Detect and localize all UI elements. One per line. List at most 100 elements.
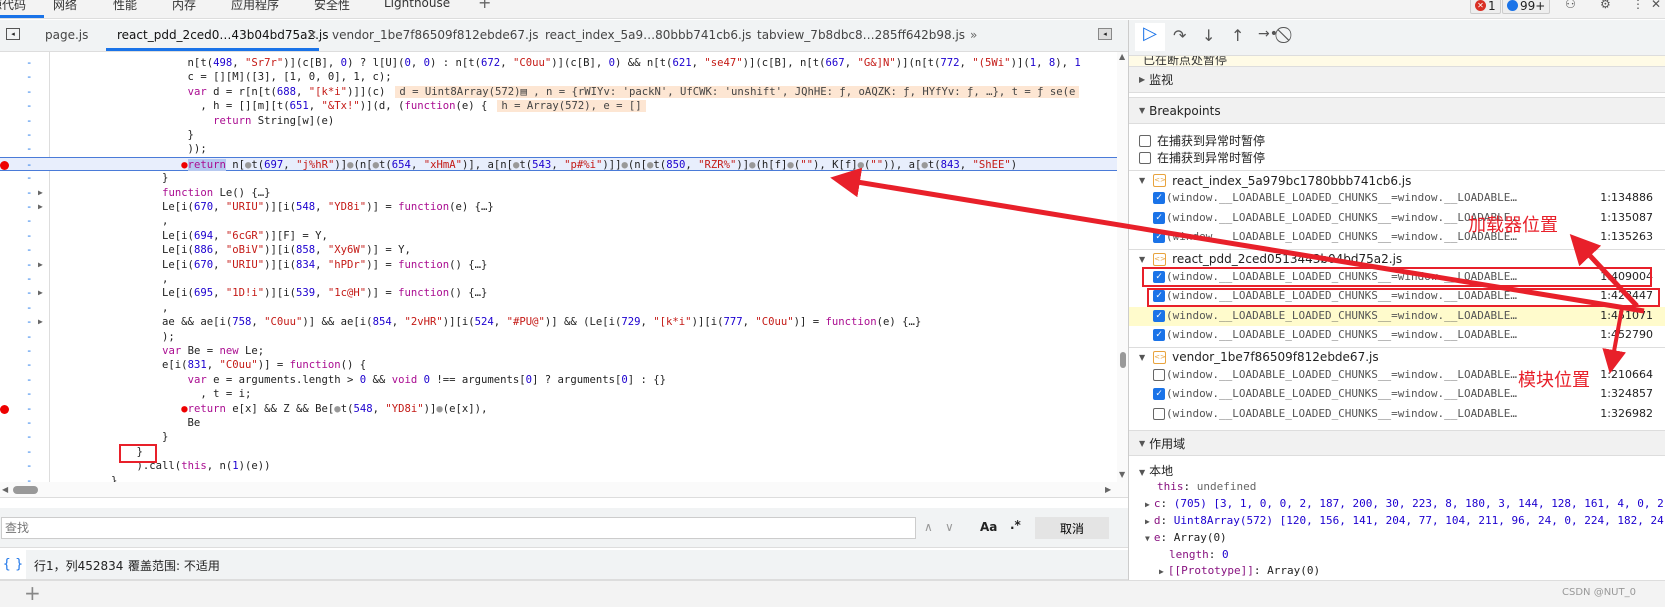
line-number[interactable]: -: [26, 358, 32, 372]
code-line[interactable]: - var e = arguments.length > 0 && void 0…: [0, 373, 1117, 387]
code-line[interactable]: - ,: [0, 301, 1117, 315]
watch-section-header[interactable]: ▶ 监视: [1129, 66, 1665, 93]
line-number[interactable]: -: [26, 243, 32, 257]
regex-button[interactable]: .*: [1010, 518, 1021, 532]
line-number[interactable]: -: [26, 315, 32, 329]
pause-on-caught-checkbox[interactable]: [1139, 152, 1151, 164]
code-line[interactable]: - return String[w](e): [0, 114, 1117, 128]
line-number[interactable]: -: [26, 70, 32, 84]
breakpoint-file-header[interactable]: ▼ <> vendor_1be7f86509f812ebde67.js: [1129, 346, 1665, 367]
code-line[interactable]: - c = [][M]([3], [1, 0, 0], 1, c);: [0, 70, 1117, 84]
step-into-icon[interactable]: ↓: [1202, 26, 1215, 45]
editor-tab-page[interactable]: page.js: [45, 28, 88, 42]
line-number[interactable]: -: [26, 258, 32, 272]
line-number[interactable]: -: [26, 445, 32, 459]
toggle-debugger-icon[interactable]: ◂: [1098, 28, 1112, 40]
scroll-up-icon[interactable]: ▲: [1119, 52, 1125, 61]
close-icon[interactable]: ✕: [1651, 0, 1661, 11]
breakpoint-marker-icon[interactable]: [0, 404, 9, 414]
code-line[interactable]: - ,: [0, 272, 1117, 286]
code-line[interactable]: - ▶ Le[i(695, "1D!i")][i(539, "1c@H")] = …: [0, 286, 1117, 300]
line-number[interactable]: -: [26, 229, 32, 243]
breakpoint-item[interactable]: ✓ (window.__LOADABLE_LOADED_CHUNKS__=wind…: [1129, 326, 1665, 345]
code-line[interactable]: - ▶ function Le() {…}: [0, 186, 1117, 200]
line-number[interactable]: -: [26, 416, 32, 430]
tab-lighthouse[interactable]: Lighthouse: [384, 0, 450, 10]
code-line[interactable]: - ▶ Le[i(670, "URIU")][i(548, "YD8i")] = …: [0, 200, 1117, 214]
code-line[interactable]: - e[i(831, "C0uu")] = function() {: [0, 358, 1117, 372]
line-number[interactable]: -: [26, 158, 32, 172]
code-line[interactable]: - Le[i(694, "6cGR")][F] = Y,: [0, 229, 1117, 243]
code-line-breakpoint[interactable]: - ●return e[x] && Z && Be[●t(548, "YD8i"…: [0, 402, 1117, 416]
breakpoint-checkbox[interactable]: [1153, 407, 1165, 420]
line-number[interactable]: -: [26, 272, 32, 286]
code-line[interactable]: - }: [0, 474, 1117, 482]
gear-icon[interactable]: ⚙: [1600, 0, 1611, 11]
breakpoint-checkbox[interactable]: ✓: [1153, 388, 1165, 400]
match-case-button[interactable]: Aa: [980, 520, 997, 534]
local-scope-header[interactable]: ▼ 本地: [1139, 462, 1173, 479]
code-line[interactable]: - Be: [0, 416, 1117, 430]
line-number[interactable]: -: [26, 402, 32, 416]
breakpoint-item[interactable]: ✓ (window.__LOADABLE_LOADED_CHUNKS__=wind…: [1129, 306, 1665, 326]
code-line[interactable]: - ));: [0, 142, 1117, 156]
breakpoint-checkbox[interactable]: ✓: [1153, 309, 1165, 322]
editor-tab-tabview[interactable]: tabview_7b8dbc8…285ff642b98.js: [757, 28, 965, 42]
pause-on-uncaught-option[interactable]: 在捕获到异常时暂停: [1139, 132, 1265, 149]
code-line[interactable]: - , t = i;: [0, 387, 1117, 401]
code-line[interactable]: - }: [0, 445, 1117, 459]
vertical-scroll-thumb[interactable]: [1120, 352, 1126, 368]
line-number[interactable]: -: [26, 128, 32, 142]
line-number[interactable]: -: [26, 301, 32, 315]
search-next-icon[interactable]: ∨: [945, 520, 954, 534]
line-number[interactable]: -: [26, 387, 32, 401]
line-number[interactable]: -: [26, 171, 32, 185]
breakpoint-file-header[interactable]: ▼ <> react_pdd_2ced0513443b04bd75a2.js: [1129, 248, 1665, 269]
resume-icon[interactable]: ▷: [1135, 23, 1165, 51]
breakpoint-item[interactable]: (window.__LOADABLE_LOADED_CHUNKS__=windo…: [1129, 405, 1665, 424]
add-drawer-tab-button[interactable]: +: [24, 581, 41, 605]
scroll-down-icon[interactable]: ▼: [1119, 470, 1125, 479]
tab-application[interactable]: 应用程序: [231, 0, 279, 13]
code-line[interactable]: - n[t(498, "Sr7r")](c[B], 0) ? l[U](0, 0…: [0, 56, 1117, 70]
step-icon[interactable]: →•: [1258, 26, 1278, 42]
code-line[interactable]: - }: [0, 430, 1117, 444]
vertical-scrollbar[interactable]: ▲ ▼: [1117, 52, 1128, 482]
line-number[interactable]: -: [26, 474, 32, 482]
scroll-left-icon[interactable]: ◀: [2, 485, 8, 494]
breakpoint-marker-icon[interactable]: [0, 160, 9, 170]
cancel-button[interactable]: 取消: [1035, 517, 1109, 539]
line-number[interactable]: -: [26, 344, 32, 358]
add-tab-button[interactable]: +: [478, 0, 491, 12]
line-number[interactable]: -: [26, 330, 32, 344]
scope-section-header[interactable]: ▼ 作用域: [1129, 430, 1665, 456]
line-number[interactable]: -: [26, 214, 32, 228]
scope-var-c[interactable]: ▶ c: (705) [3, 1, 0, 0, 2, 187, 200, 30, …: [1145, 497, 1664, 510]
more-tabs-button[interactable]: »: [970, 28, 977, 42]
line-number[interactable]: -: [26, 99, 32, 113]
line-number[interactable]: -: [26, 373, 32, 387]
tab-performance[interactable]: 性能: [113, 0, 137, 13]
breakpoints-section-header[interactable]: ▼ Breakpoints: [1129, 97, 1665, 124]
line-number[interactable]: -: [26, 430, 32, 444]
pause-on-caught-option[interactable]: 在捕获到异常时暂停: [1139, 149, 1265, 166]
code-line[interactable]: - ).call(this, n(1)(e)): [0, 459, 1117, 473]
line-number[interactable]: -: [26, 114, 32, 128]
breakpoint-item[interactable]: ✓ (window.__LOADABLE_LOADED_CHUNKS__=wind…: [1129, 209, 1665, 228]
breakpoint-checkbox[interactable]: ✓: [1153, 329, 1165, 341]
code-line[interactable]: - ▶ ae && ae[i(758, "C0uu")] && ae[i(854,…: [0, 315, 1117, 329]
horizontal-scrollbar[interactable]: ◀ ▶: [0, 482, 1128, 498]
fold-toggle-icon[interactable]: ▶: [38, 315, 43, 329]
pretty-print-button[interactable]: { }: [0, 550, 26, 579]
tab-security[interactable]: 安全性: [314, 0, 350, 13]
message-badge[interactable]: 99+: [1502, 0, 1551, 14]
code-line[interactable]: - Le[i(886, "oBiV")][i(858, "Xy6W")] = Y…: [0, 243, 1117, 257]
step-over-icon[interactable]: ↷: [1173, 26, 1186, 45]
scope-var-e[interactable]: ▼ e: Array(0): [1145, 531, 1227, 544]
line-number[interactable]: -: [26, 200, 32, 214]
fold-toggle-icon[interactable]: ▶: [38, 200, 43, 214]
error-badge[interactable]: ✕ 1: [1470, 0, 1501, 14]
step-out-icon[interactable]: ↑: [1231, 26, 1244, 45]
search-prev-icon[interactable]: ∧: [924, 520, 933, 534]
fold-toggle-icon[interactable]: ▶: [38, 258, 43, 272]
